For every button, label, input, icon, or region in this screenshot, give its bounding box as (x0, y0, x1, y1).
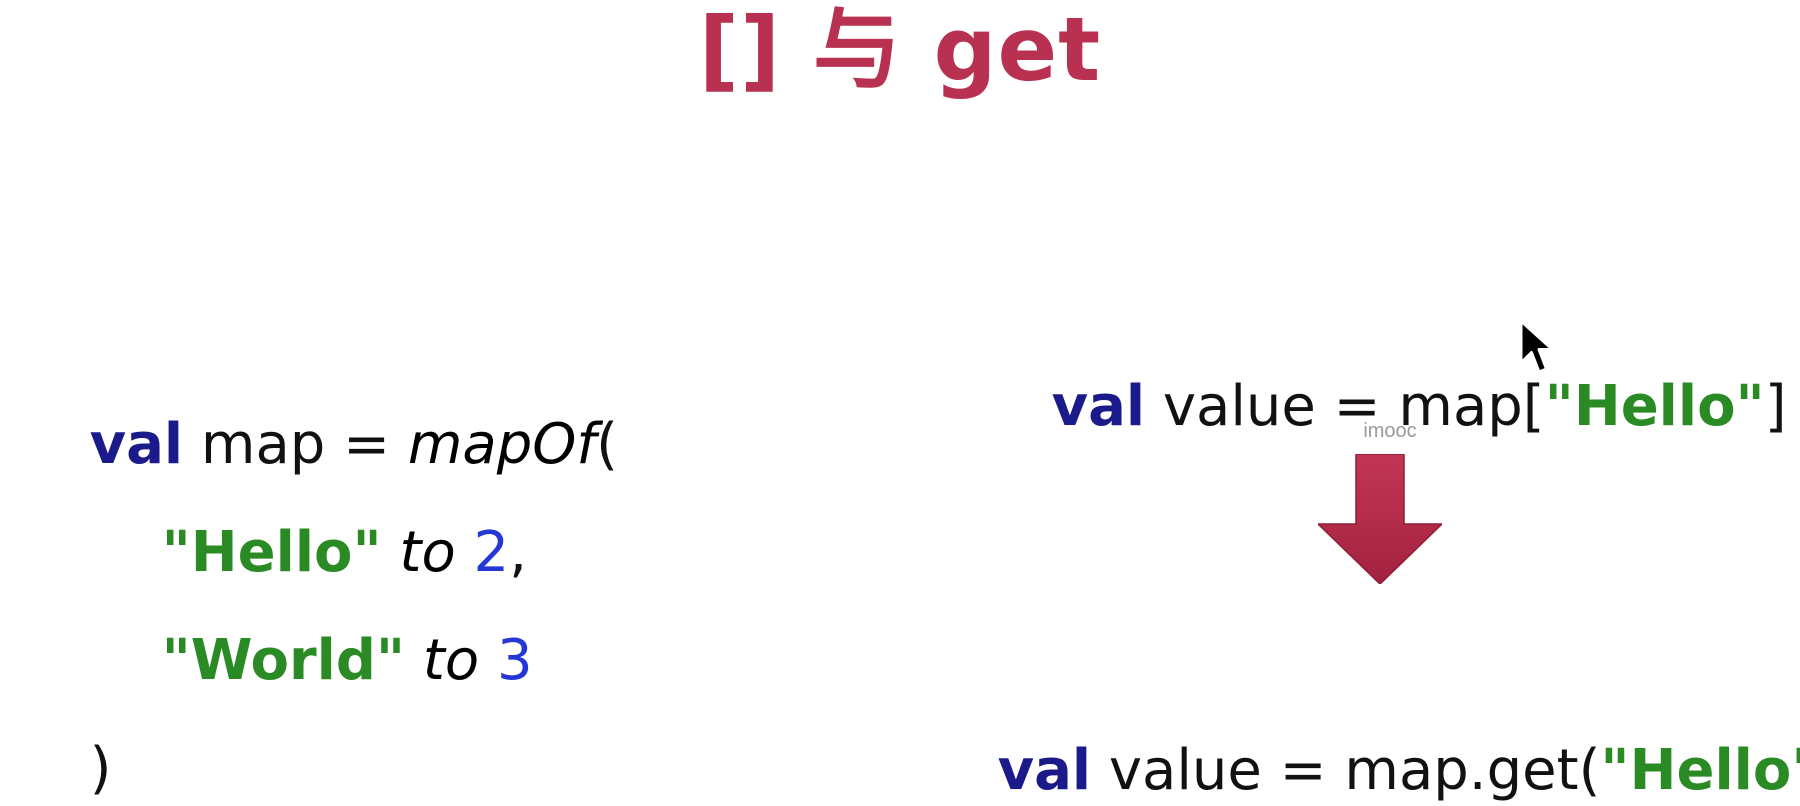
watermark: imooc (1363, 420, 1417, 442)
slide-title: [] 与 get (698, 0, 1102, 101)
left-code-line-3: "World" to 3 (126, 556, 533, 696)
code-text: value = map.get( (1091, 738, 1601, 803)
close-paren: ) (89, 736, 112, 801)
keyword-val: val (997, 738, 1092, 803)
right-code-after: val value = map.get("Hello") (962, 666, 1800, 806)
keyword-val: val (1051, 374, 1146, 439)
arrow-down-icon (1318, 454, 1442, 584)
string-literal: "World" (161, 628, 406, 693)
string-literal: "Hello" (1600, 738, 1800, 803)
infix-to: to (422, 628, 480, 693)
number-literal: 3 (496, 628, 533, 693)
string-literal: "Hello" (1544, 374, 1765, 439)
mouse-pointer-icon (1519, 319, 1554, 374)
left-code-line-4: ) (54, 664, 112, 804)
open-paren: ( (596, 412, 618, 477)
close-bracket: ] (1764, 374, 1787, 439)
